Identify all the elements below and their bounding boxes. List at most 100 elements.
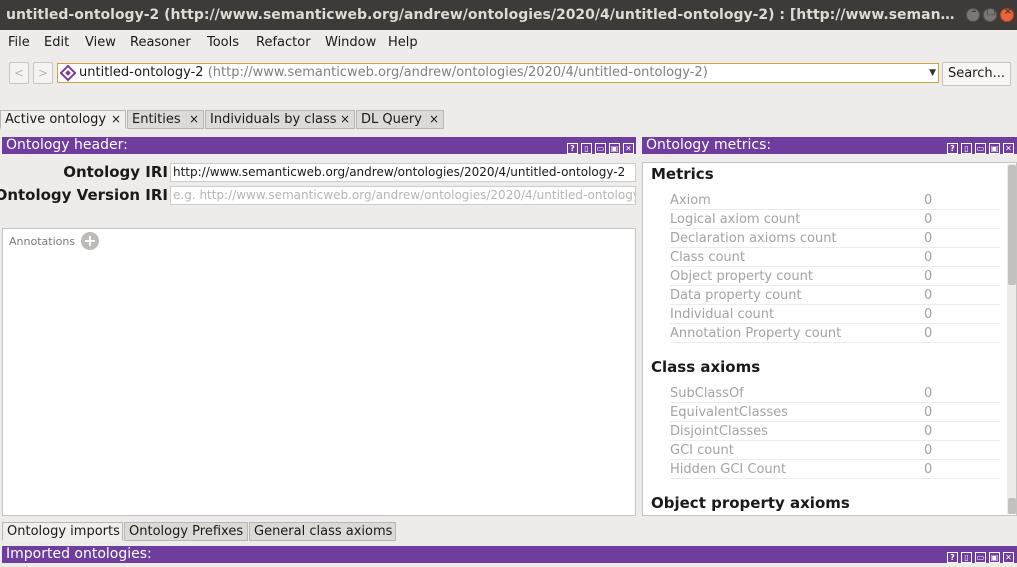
tab-label: Individuals by class (210, 112, 337, 127)
tab-label: DL Query (361, 112, 422, 127)
ontology-iri-field[interactable]: http://www.semanticweb.org/andrew/ontolo… (170, 163, 636, 182)
metric-value: 0 (924, 405, 933, 420)
metric-label: Object property count (670, 269, 813, 284)
ontology-icon (59, 64, 77, 82)
metric-value: 0 (924, 212, 933, 227)
close-view-icon[interactable]: ✕ (1003, 143, 1014, 154)
panel-title: Ontology header: (6, 137, 128, 153)
metric-value: 0 (924, 326, 933, 341)
metrics-scrollbar-thumb[interactable] (1008, 165, 1016, 285)
metric-row: Declaration axioms count 0 (670, 229, 1000, 248)
metric-label: SubClassOf (670, 386, 744, 401)
close-window-button[interactable]: × (1000, 6, 1014, 22)
tab-entities[interactable]: Entities × (127, 110, 204, 129)
minimize-icon: – (971, 6, 977, 17)
close-icon: × (1003, 6, 1013, 17)
metric-label: Axiom (670, 193, 711, 208)
add-annotation-icon[interactable]: + (81, 232, 99, 250)
menu-window[interactable]: Window (325, 35, 376, 50)
split-horizontal-icon[interactable]: ▭ (975, 143, 986, 154)
forward-button[interactable]: > (33, 62, 53, 84)
maximize-button[interactable]: □ (983, 6, 997, 22)
close-tab-icon[interactable]: × (189, 111, 199, 128)
metric-value: 0 (924, 193, 933, 208)
metric-row: Individual count 0 (670, 305, 1000, 324)
metric-value: 0 (924, 424, 933, 439)
metric-label: Logical axiom count (670, 212, 801, 227)
metric-value: 0 (924, 250, 933, 265)
float-view-icon[interactable]: ▣ (989, 552, 1000, 563)
menu-reasoner[interactable]: Reasoner (130, 35, 191, 50)
panel-title: Ontology metrics: (646, 137, 772, 153)
back-button[interactable]: < (9, 62, 29, 84)
maximize-icon: □ (986, 6, 996, 17)
close-view-icon[interactable]: ✕ (1003, 552, 1014, 563)
close-tab-icon[interactable]: × (429, 111, 439, 128)
dropdown-arrow-icon[interactable]: ▼ (929, 64, 936, 82)
metrics-scrollbar-button[interactable] (1008, 498, 1016, 514)
ontology-iri-label: Ontology IRI (63, 163, 168, 181)
menu-edit[interactable]: Edit (44, 35, 69, 50)
metric-label: Hidden GCI Count (670, 462, 786, 477)
imported-ontologies-titlebar: Imported ontologies: ? ▯ ▭ ▣ ✕ (2, 546, 1017, 563)
metric-row: Axiom 0 (670, 191, 1000, 210)
tab-label: General class axioms (254, 524, 393, 539)
help-icon[interactable]: ? (947, 552, 958, 563)
ontology-version-iri-field[interactable]: e.g. http://www.semanticweb.org/andrew/o… (170, 186, 636, 205)
metric-label: Data property count (670, 288, 802, 303)
menu-refactor[interactable]: Refactor (256, 35, 311, 50)
tab-dl-query[interactable]: DL Query × (356, 110, 444, 129)
object-property-axioms-heading: Object property axioms (651, 494, 850, 512)
metric-value: 0 (924, 307, 933, 322)
metrics-section-heading: Metrics (651, 165, 714, 183)
view-controls: ? ▯ ▭ ▣ ✕ (944, 139, 1014, 154)
tab-general-class-axioms[interactable]: General class axioms (249, 522, 396, 541)
tab-label: Ontology imports (7, 524, 120, 539)
ontology-version-iri-label: Ontology Version IRI (0, 186, 168, 204)
ontology-iri-hint: (http://www.semanticweb.org/andrew/ontol… (207, 65, 708, 80)
split-horizontal-icon[interactable]: ▭ (595, 143, 606, 154)
metric-value: 0 (924, 443, 933, 458)
close-tab-icon[interactable]: × (111, 111, 121, 128)
ontology-header-body: Ontology IRI http://www.semanticweb.org/… (0, 155, 636, 225)
float-view-icon[interactable]: ▣ (989, 143, 1000, 154)
class-axioms-heading: Class axioms (651, 358, 761, 376)
split-vertical-icon[interactable]: ▯ (961, 552, 972, 563)
metric-row: Object property count 0 (670, 267, 1000, 286)
metric-row: Logical axiom count 0 (670, 210, 1000, 229)
metric-value: 0 (924, 386, 933, 401)
close-view-icon[interactable]: ✕ (623, 143, 634, 154)
metric-value: 0 (924, 231, 933, 246)
tab-active-ontology[interactable]: Active ontology × (0, 110, 126, 129)
tab-ontology-prefixes[interactable]: Ontology Prefixes (124, 522, 248, 541)
help-icon[interactable]: ? (567, 143, 578, 154)
metric-row: EquivalentClasses 0 (670, 403, 1000, 422)
panel-title: Imported ontologies: (6, 546, 152, 562)
metric-label: EquivalentClasses (670, 405, 788, 420)
tab-individuals-by-class[interactable]: Individuals by class × (205, 110, 355, 129)
window-title: untitled-ontology-2 (http://www.semantic… (6, 7, 961, 23)
search-button[interactable]: Search... (942, 62, 1011, 86)
menu-file[interactable]: File (8, 35, 30, 50)
menu-view[interactable]: View (85, 35, 116, 50)
tab-label: Ontology Prefixes (129, 524, 244, 539)
metric-value: 0 (924, 269, 933, 284)
minimize-button[interactable]: – (966, 6, 980, 22)
split-vertical-icon[interactable]: ▯ (581, 143, 592, 154)
metric-label: GCI count (670, 443, 734, 458)
tab-label: Entities (132, 112, 181, 127)
split-horizontal-icon[interactable]: ▭ (975, 552, 986, 563)
close-tab-icon[interactable]: × (340, 111, 350, 128)
split-vertical-icon[interactable]: ▯ (961, 143, 972, 154)
active-ontology-selector[interactable]: untitled-ontology-2 (http://www.semantic… (57, 63, 939, 83)
menu-help[interactable]: Help (388, 35, 418, 50)
float-view-icon[interactable]: ▣ (609, 143, 620, 154)
view-controls: ? ▯ ▭ ▣ ✕ (564, 139, 634, 154)
menu-bar: File Edit View Reasoner Tools Refactor W… (0, 30, 1017, 57)
menu-tools[interactable]: Tools (207, 35, 239, 50)
metric-row: GCI count 0 (670, 441, 1000, 460)
tab-ontology-imports[interactable]: Ontology imports (2, 522, 123, 541)
help-icon[interactable]: ? (947, 143, 958, 154)
ontology-header-titlebar: Ontology header: ? ▯ ▭ ▣ ✕ (2, 137, 636, 154)
annotations-panel: Annotations + (2, 228, 636, 516)
